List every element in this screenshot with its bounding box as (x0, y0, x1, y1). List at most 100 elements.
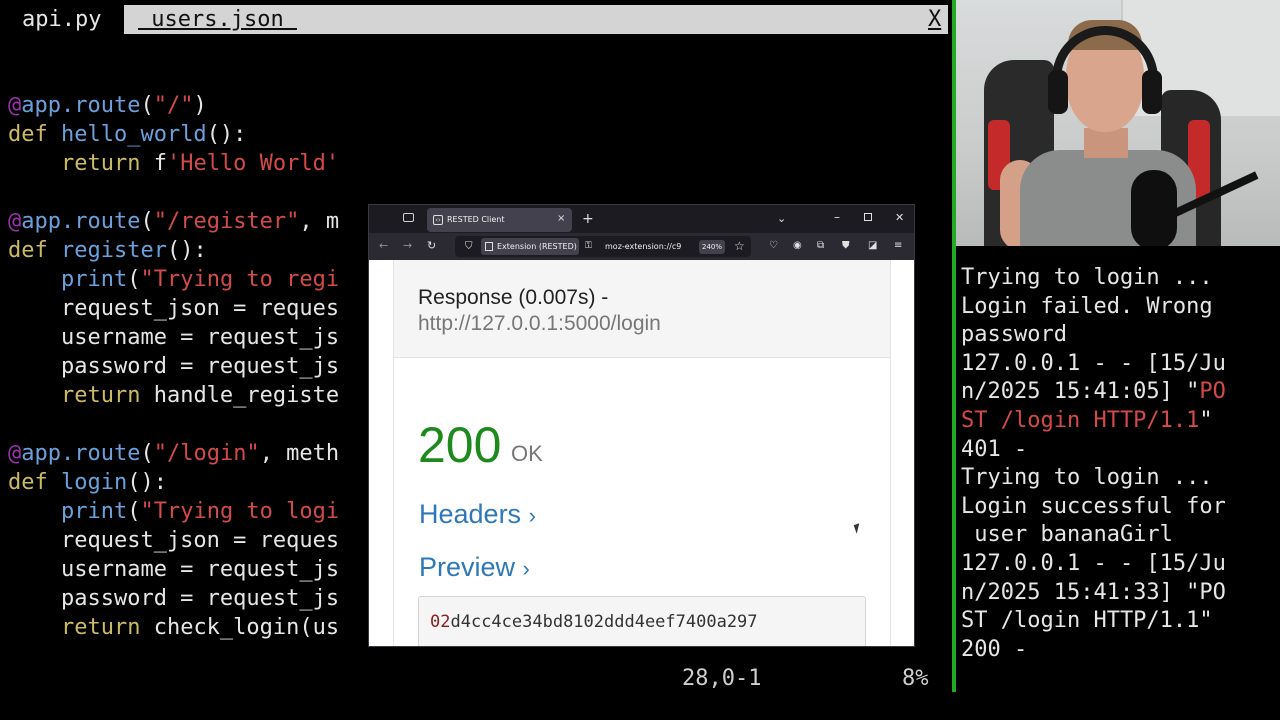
scroll-percent: 8% (902, 666, 929, 691)
preview-rest: d4cc4ce34bd8102ddd4eef7400a297 (450, 612, 758, 632)
reload-icon[interactable]: ↻ (427, 238, 436, 254)
new-tab-button[interactable]: + (582, 210, 594, 228)
webcam-video (956, 0, 1280, 246)
code-token: username = request_js (8, 325, 340, 350)
response-url: http://127.0.0.1:5000/login (418, 312, 661, 335)
browser-tab-title: RESTED Client (447, 215, 505, 224)
code-token: "/login" (153, 441, 260, 466)
bookmark-star-icon[interactable]: ☆ (734, 238, 745, 254)
account-icon[interactable]: ◉ (793, 238, 802, 254)
forward-arrow-icon[interactable]: → (403, 238, 412, 254)
url-bar[interactable]: ⛉ Extension (RESTED) ⚿ moz-extension://c… (455, 236, 751, 257)
code-line[interactable]: def login(): (8, 468, 167, 497)
close-tab-button[interactable]: X (928, 5, 941, 34)
terminal-line: 200 - (961, 635, 1027, 664)
code-token: def (8, 238, 61, 263)
code-token: app.route (21, 209, 141, 234)
extensions-puzzle-icon[interactable]: ⧉ (817, 238, 824, 254)
terminal-text: Trying to login ... (961, 265, 1213, 290)
code-line[interactable]: request_json = reques (8, 294, 339, 323)
tab-list-chevron-icon[interactable]: ⌄ (777, 210, 786, 228)
preview-label: Preview (419, 552, 516, 582)
terminal-text: 127.0.0.1 - - [15/Ju (961, 551, 1226, 576)
code-token: request_json = reques (8, 296, 340, 321)
code-token: ( (127, 499, 141, 524)
back-arrow-icon[interactable]: ← (379, 238, 388, 254)
code-token: @ (8, 209, 22, 234)
code-token: f (153, 151, 167, 176)
microphone-icon (1131, 170, 1177, 246)
terminal-line: Login failed. Wrong (961, 292, 1213, 321)
code-line[interactable]: password = request_js (8, 352, 339, 381)
terminal-line: 127.0.0.1 - - [15/Ju (961, 349, 1226, 378)
window-close-button[interactable]: ✕ (895, 209, 904, 227)
vim-tabline: api.py users.json X (0, 5, 948, 34)
code-token: return (8, 615, 154, 640)
code-token: ( (140, 209, 154, 234)
terminal-text: 127.0.0.1 - - [15/Ju (961, 350, 1226, 376)
code-line[interactable]: return f'Hello World' (8, 149, 339, 178)
code-token: (): (206, 122, 247, 147)
code-token: request_json = reques (8, 528, 340, 553)
code-token: def (8, 470, 61, 495)
terminal-text: 401 - (961, 436, 1028, 462)
code-token: ( (140, 93, 154, 118)
preview-body: 02d4cc4ce34bd8102ddd4eef7400a297 (430, 611, 758, 633)
terminal-text: Trying to login ... (961, 465, 1213, 491)
preview-box[interactable]: 02d4cc4ce34bd8102ddd4eef7400a297 (418, 596, 866, 646)
pocket-icon[interactable]: ♡ (769, 238, 778, 254)
extension-identity-chip[interactable]: Extension (RESTED) (481, 238, 579, 255)
code-line[interactable]: request_json = reques (8, 526, 339, 555)
code-token: ( (127, 267, 141, 292)
code-token: "/" (153, 93, 194, 118)
hamburger-menu-icon[interactable]: ≡ (894, 238, 902, 254)
code-token: hello_world (60, 122, 207, 147)
maximize-button[interactable] (864, 213, 872, 221)
addon-icon[interactable]: ◪ (868, 238, 877, 254)
code-line[interactable]: return check_login(us (8, 613, 339, 642)
terminal-text: ST /login HTTP/1.1" (961, 608, 1213, 634)
zoom-level-badge[interactable]: 240% (699, 240, 725, 254)
server-terminal[interactable]: Trying to login ... Login failed. Wrong pa… (956, 246, 1280, 720)
terminal-text: " (1199, 408, 1213, 433)
extension-page-icon (485, 242, 493, 251)
headphone-earcup-right (1142, 70, 1162, 114)
code-line[interactable]: @app.route("/login", meth (8, 439, 339, 468)
headers-toggle[interactable]: Headers › (419, 498, 536, 532)
code-line[interactable]: username = request_js (8, 555, 339, 584)
status-text: OK (511, 441, 543, 466)
close-tab-icon[interactable]: × (557, 212, 565, 226)
code-line[interactable]: username = request_js (8, 323, 339, 352)
url-text[interactable]: moz-extension://c9 (605, 239, 695, 254)
code-line[interactable]: @app.route("/") (8, 91, 207, 120)
terminal-text: Login successful for (961, 493, 1226, 519)
preview-toggle[interactable]: Preview › (419, 551, 530, 585)
browser-window[interactable]: ‹› RESTED Client × + ⌄ – ✕ ← → ↻ ⛉ Exten… (368, 204, 915, 647)
rested-favicon-icon: ‹› (433, 215, 443, 225)
permissions-key-icon[interactable]: ⚿ (585, 239, 592, 254)
minimize-button[interactable]: – (834, 208, 840, 226)
terminal-text: password (961, 322, 1067, 348)
headphone-earcup-left (1048, 70, 1068, 114)
terminal-line: n/2025 15:41:33] "PO (961, 578, 1226, 607)
response-panel: Response (0.007s) - http://127.0.0.1:500… (393, 260, 891, 646)
chevron-right-icon: › (528, 503, 536, 528)
code-line[interactable]: print("Trying to regi (8, 265, 339, 294)
code-token: check_login(us (153, 615, 340, 640)
tab-manager-icon[interactable] (403, 213, 414, 222)
tabline-fill (300, 5, 948, 34)
browser-tab-rested[interactable]: ‹› RESTED Client × (427, 208, 572, 232)
code-line[interactable]: def register(): (8, 236, 207, 265)
code-token: login (60, 470, 128, 495)
code-token: "/register" (153, 209, 300, 234)
preview-number: 02 (430, 612, 451, 632)
tab-api-py[interactable]: api.py (22, 5, 101, 34)
code-line[interactable]: @app.route("/register", m (8, 207, 339, 236)
tracking-shield-icon[interactable]: ⛉ (465, 239, 473, 254)
code-line[interactable]: password = request_js (8, 584, 339, 613)
ublock-shield-icon[interactable]: ⛊ (842, 238, 850, 254)
tab-users-json[interactable]: users.json (124, 5, 300, 34)
code-line[interactable]: print("Trying to logi (8, 497, 339, 526)
code-line[interactable]: def hello_world(): (8, 120, 246, 149)
code-line[interactable]: return handle_registe (8, 381, 339, 410)
